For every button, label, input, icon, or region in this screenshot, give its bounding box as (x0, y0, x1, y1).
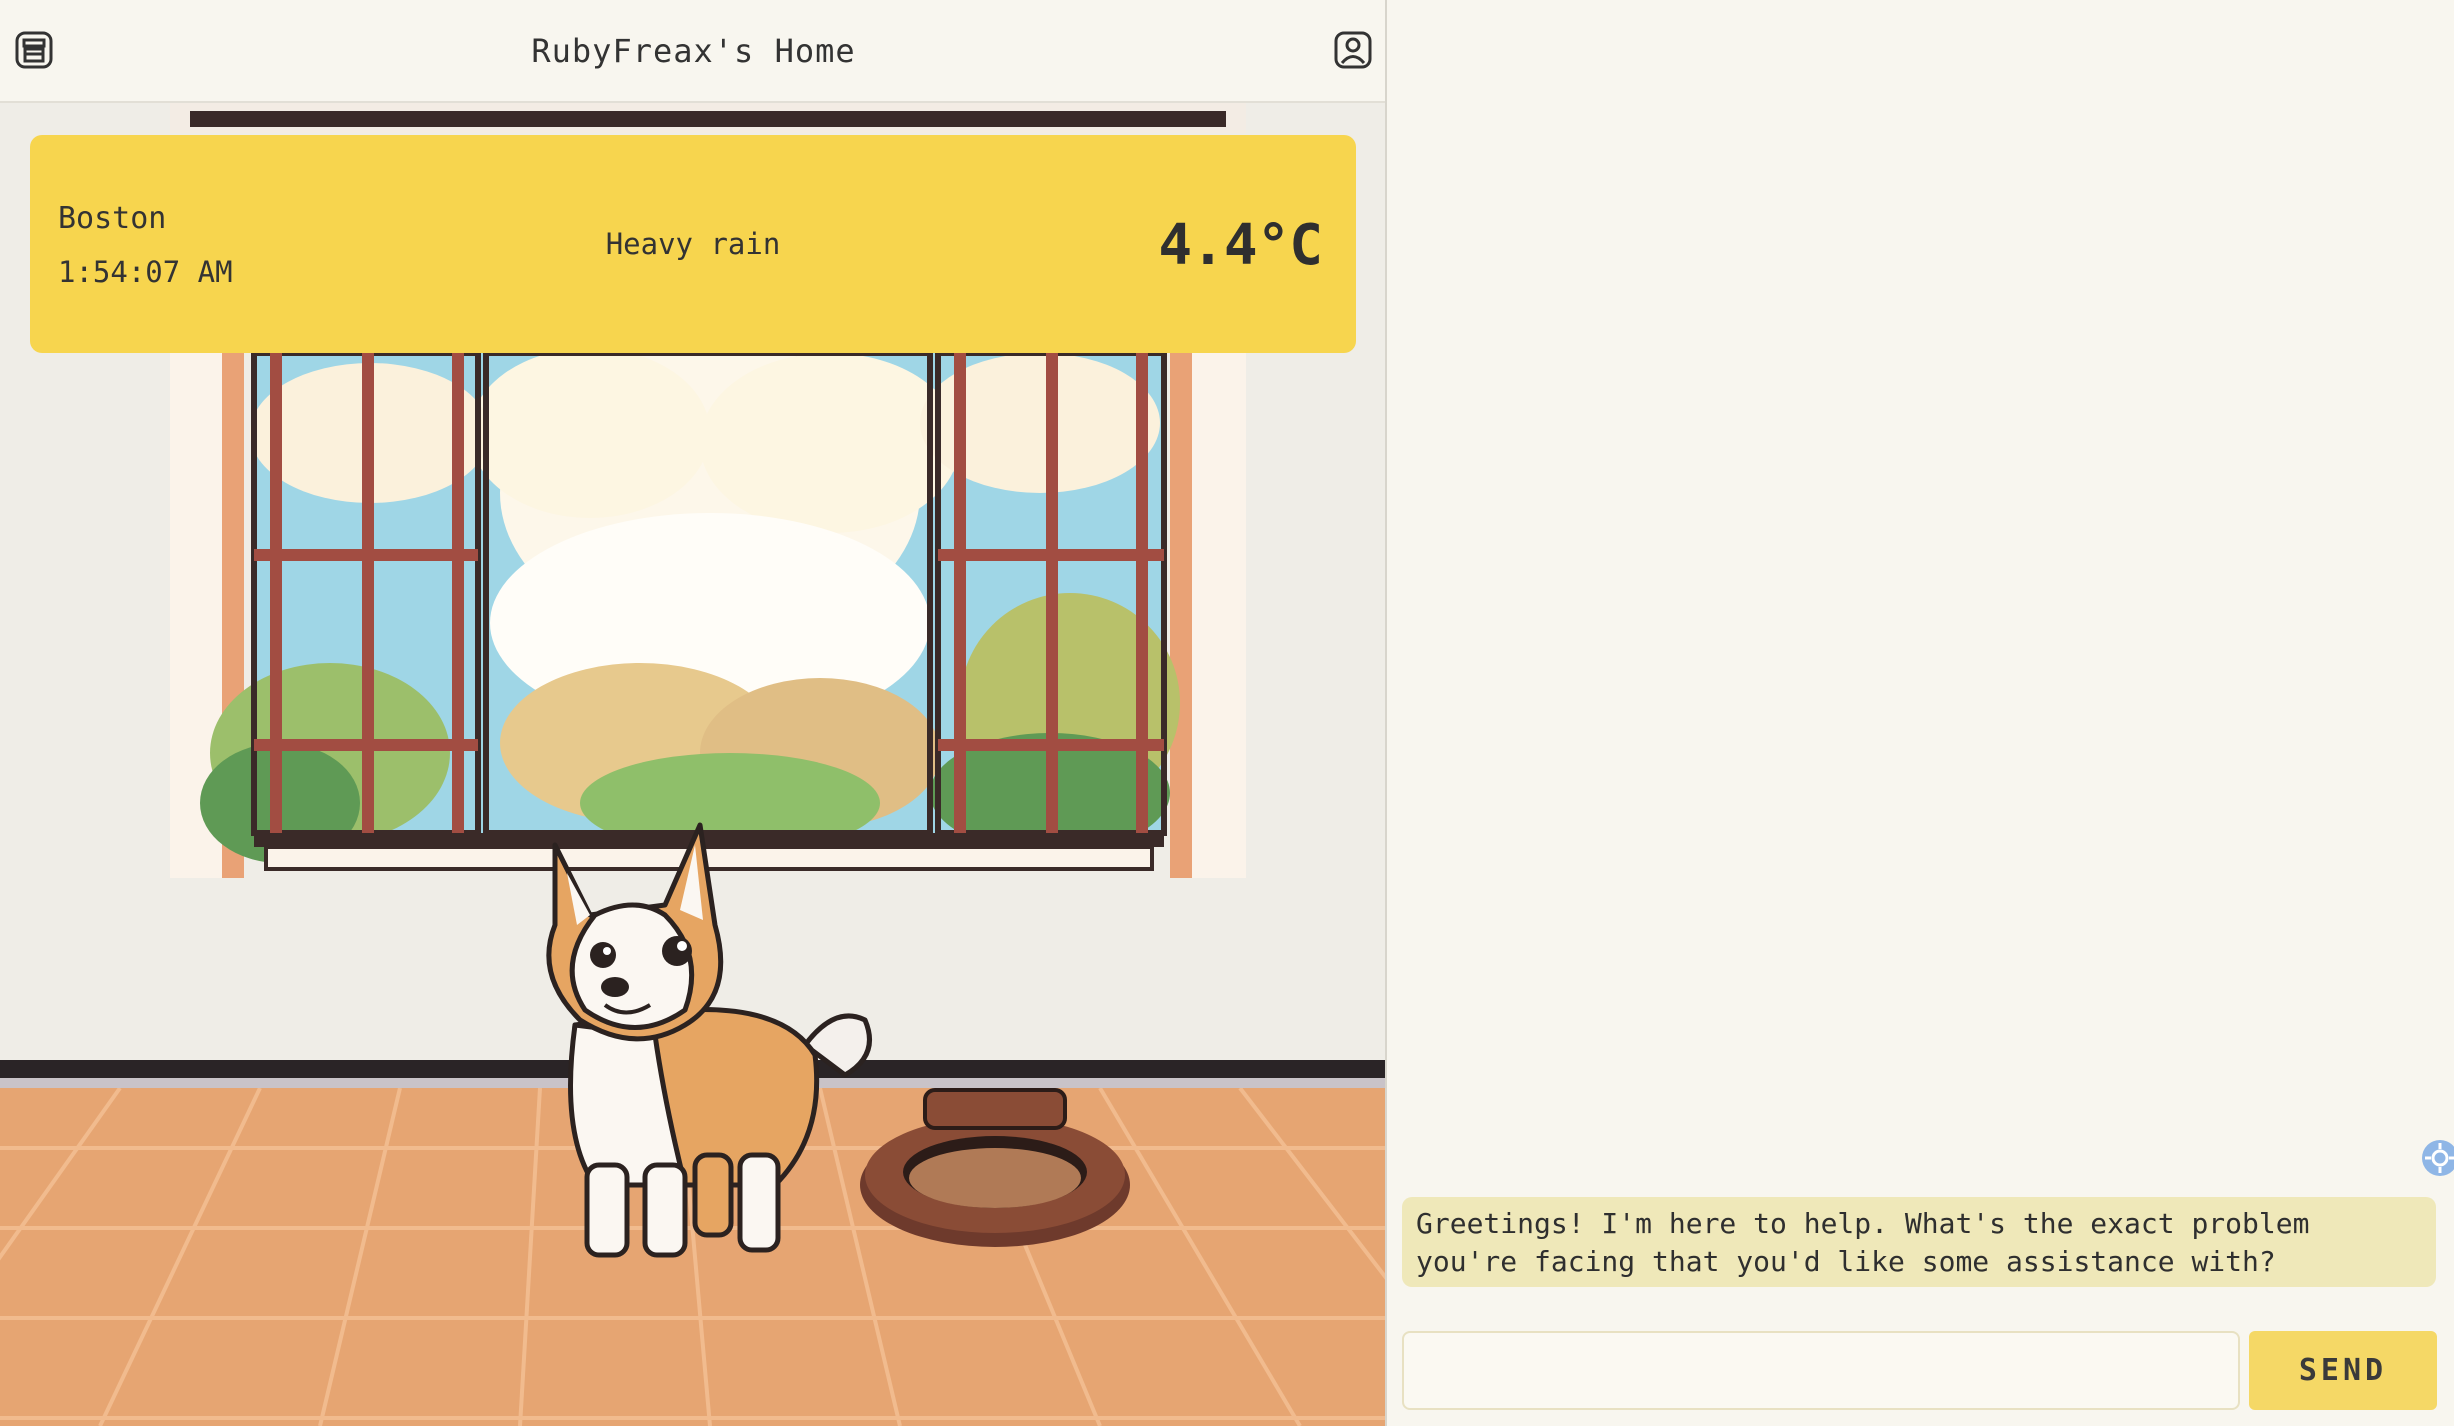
send-button[interactable]: SEND (2249, 1331, 2437, 1410)
weather-temperature: 4.4°C (1158, 213, 1323, 278)
corgi-dog[interactable] (535, 805, 895, 1265)
settings-icon[interactable] (2420, 1138, 2454, 1178)
chat-input[interactable] (1402, 1331, 2240, 1410)
page-title: RubyFreax's Home (531, 31, 856, 70)
pet-bed[interactable] (855, 1080, 1135, 1255)
user-profile-icon[interactable] (1333, 30, 1373, 70)
shop-icon[interactable] (14, 30, 54, 70)
header-bar: RubyFreax's Home (0, 0, 1385, 103)
chat-message-bubble: Greetings! I'm here to help. What's the … (1402, 1197, 2436, 1287)
weather-condition: Heavy rain (605, 227, 781, 261)
weather-card: Boston 1:54:07 AM Heavy rain 4.4°C (30, 135, 1356, 353)
pet-home-panel: Boston 1:54:07 AM Heavy rain 4.4°C RubyF… (0, 0, 1387, 1426)
